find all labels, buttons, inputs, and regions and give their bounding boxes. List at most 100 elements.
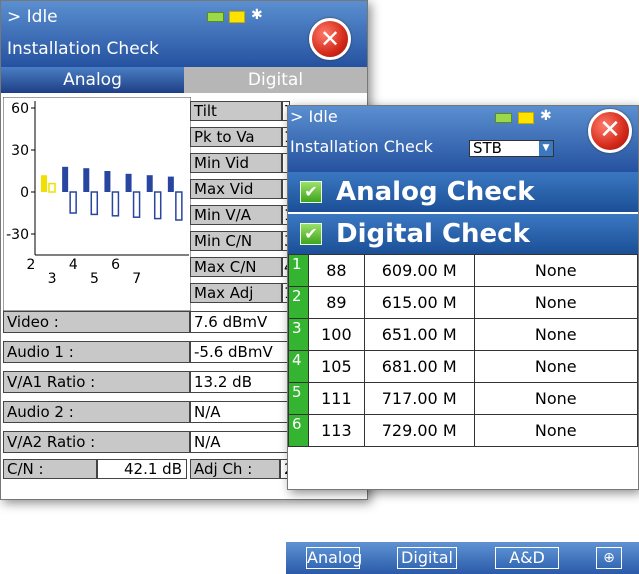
chevron-down-icon: ▼ bbox=[539, 141, 553, 156]
frequency-cell: 681.00 M bbox=[363, 350, 475, 383]
channel-cell: 88 bbox=[307, 254, 365, 287]
reading-label: V/A2 Ratio : bbox=[3, 431, 190, 453]
folder-icon bbox=[518, 112, 534, 124]
a-and-d-button[interactable]: A&D bbox=[495, 547, 559, 569]
analog-check-bar[interactable]: ✔ Analog Check bbox=[288, 172, 638, 212]
battery-icon bbox=[495, 113, 512, 123]
video-bar bbox=[62, 166, 69, 192]
row-index: 4 bbox=[288, 350, 309, 383]
back-tab-bar: Analog Digital bbox=[1, 67, 367, 93]
video-bar bbox=[104, 171, 111, 192]
channel-cell: 105 bbox=[307, 350, 365, 383]
measurement-label: Pk to Va bbox=[190, 127, 282, 147]
result-cell: None bbox=[473, 286, 639, 319]
table-row[interactable]: 5 111 717.00 M None bbox=[288, 382, 639, 415]
front-header: > Idle Installation Check ✱ ✕ STB ▼ bbox=[288, 106, 638, 172]
y-tick-label: -30 bbox=[6, 227, 29, 243]
reading-value: N/A bbox=[190, 401, 290, 423]
reading-value: -5.6 dBmV bbox=[190, 341, 290, 363]
digital-button[interactable]: Digital bbox=[397, 547, 457, 569]
digital-check-bar[interactable]: ✔ Digital Check bbox=[288, 214, 638, 254]
tab-digital[interactable]: Digital bbox=[184, 67, 367, 93]
frequency-cell: 729.00 M bbox=[363, 414, 475, 447]
x-tick-label: 5 bbox=[90, 271, 99, 287]
reading-label: V/A1 Ratio : bbox=[3, 371, 190, 393]
front-title: Installation Check bbox=[290, 137, 433, 156]
reading-label: Audio 2 : bbox=[3, 401, 190, 423]
row-index: 1 bbox=[288, 254, 309, 287]
video-bar bbox=[125, 173, 132, 192]
audio-bar bbox=[111, 191, 120, 217]
folder-icon bbox=[229, 11, 245, 23]
channel-cell: 100 bbox=[307, 318, 365, 351]
x-tick-label: 6 bbox=[111, 257, 120, 273]
channel-cell: 111 bbox=[307, 382, 365, 415]
measurement-label: Max Adj bbox=[190, 283, 282, 303]
frequency-cell: 651.00 M bbox=[363, 318, 475, 351]
measurement-label: Tilt bbox=[190, 101, 282, 121]
analog-button[interactable]: Analog bbox=[306, 547, 362, 569]
reading-label: Audio 1 : bbox=[3, 341, 190, 363]
reading-value: 7.6 dBmV bbox=[190, 311, 290, 333]
measurement-label: Max Vid bbox=[190, 179, 282, 199]
bluetooth-icon: ✱ bbox=[540, 108, 552, 124]
frequency-cell: 609.00 M bbox=[363, 254, 475, 287]
channel-cell: 113 bbox=[307, 414, 365, 447]
back-status-text: > Idle bbox=[7, 7, 58, 27]
channel-cell: 89 bbox=[307, 286, 365, 319]
frequency-cell: 615.00 M bbox=[363, 286, 475, 319]
reading-value: 13.2 dB bbox=[190, 371, 290, 393]
audio-bar bbox=[90, 191, 99, 216]
battery-icon bbox=[207, 12, 224, 22]
measurement-label: Max C/N bbox=[190, 257, 282, 277]
measurement-label: Min V/A bbox=[190, 205, 282, 225]
audio-bar bbox=[48, 182, 56, 193]
x-tick-label: 7 bbox=[132, 271, 141, 287]
zoom-icon[interactable]: ⊕ bbox=[596, 547, 622, 569]
x-tick-label: 2 bbox=[27, 257, 36, 273]
front-status-text: > Idle bbox=[290, 107, 338, 126]
result-cell: None bbox=[473, 254, 639, 287]
level-bar-chart: 60 30 0 -30 2 4 6 3 5 7 bbox=[3, 97, 191, 311]
check-icon: ✔ bbox=[300, 223, 322, 245]
row-index: 2 bbox=[288, 286, 309, 319]
result-cell: None bbox=[473, 382, 639, 415]
row-index: 3 bbox=[288, 318, 309, 351]
tab-analog[interactable]: Analog bbox=[1, 67, 184, 93]
back-header: > Idle Installation Check ✱ ✕ bbox=[1, 1, 367, 67]
cn-value: 42.1 dB bbox=[97, 459, 187, 479]
digital-check-label: Digital Check bbox=[336, 219, 530, 249]
x-tick-label: 4 bbox=[69, 257, 78, 273]
x-tick-label: 3 bbox=[48, 271, 57, 287]
y-tick-label: 30 bbox=[11, 143, 29, 159]
check-icon: ✔ bbox=[300, 181, 322, 203]
y-tick-label: 60 bbox=[11, 101, 29, 117]
table-row[interactable]: 1 88 609.00 M None bbox=[288, 254, 639, 287]
measurement-label: Min C/N bbox=[190, 231, 282, 251]
video-bar bbox=[41, 175, 47, 192]
close-icon[interactable]: ✕ bbox=[309, 18, 351, 60]
installation-check-window: > Idle Installation Check ✱ ✕ STB ▼ ✔ An… bbox=[287, 105, 639, 490]
mode-select[interactable]: STB ▼ bbox=[469, 140, 554, 157]
video-bar bbox=[83, 168, 90, 192]
measurement-label: Min Vid bbox=[190, 153, 282, 173]
y-tick-label: 0 bbox=[20, 185, 29, 201]
close-icon[interactable]: ✕ bbox=[588, 109, 632, 153]
table-row[interactable]: 6 113 729.00 M None bbox=[288, 414, 639, 447]
cn-label: C/N : bbox=[3, 459, 97, 479]
row-index: 6 bbox=[288, 414, 309, 447]
table-row[interactable]: 3 100 651.00 M None bbox=[288, 318, 639, 351]
adj-ch-label: Adj Ch : bbox=[190, 459, 280, 479]
analog-check-label: Analog Check bbox=[336, 177, 535, 207]
audio-bar bbox=[153, 191, 162, 220]
mode-select-value: STB bbox=[473, 139, 502, 157]
table-row[interactable]: 4 105 681.00 M None bbox=[288, 350, 639, 383]
result-cell: None bbox=[473, 414, 639, 447]
bluetooth-icon: ✱ bbox=[251, 7, 263, 23]
bottom-toolbar: Analog Digital A&D ⊕ bbox=[286, 542, 639, 574]
video-bar bbox=[146, 175, 153, 192]
row-index: 5 bbox=[288, 382, 309, 415]
table-row[interactable]: 2 89 615.00 M None bbox=[288, 286, 639, 319]
channel-results-table: 1 88 609.00 M None 2 89 615.00 M None 3 100 651.00… bbox=[288, 254, 639, 447]
reading-label: Video : bbox=[3, 311, 190, 333]
